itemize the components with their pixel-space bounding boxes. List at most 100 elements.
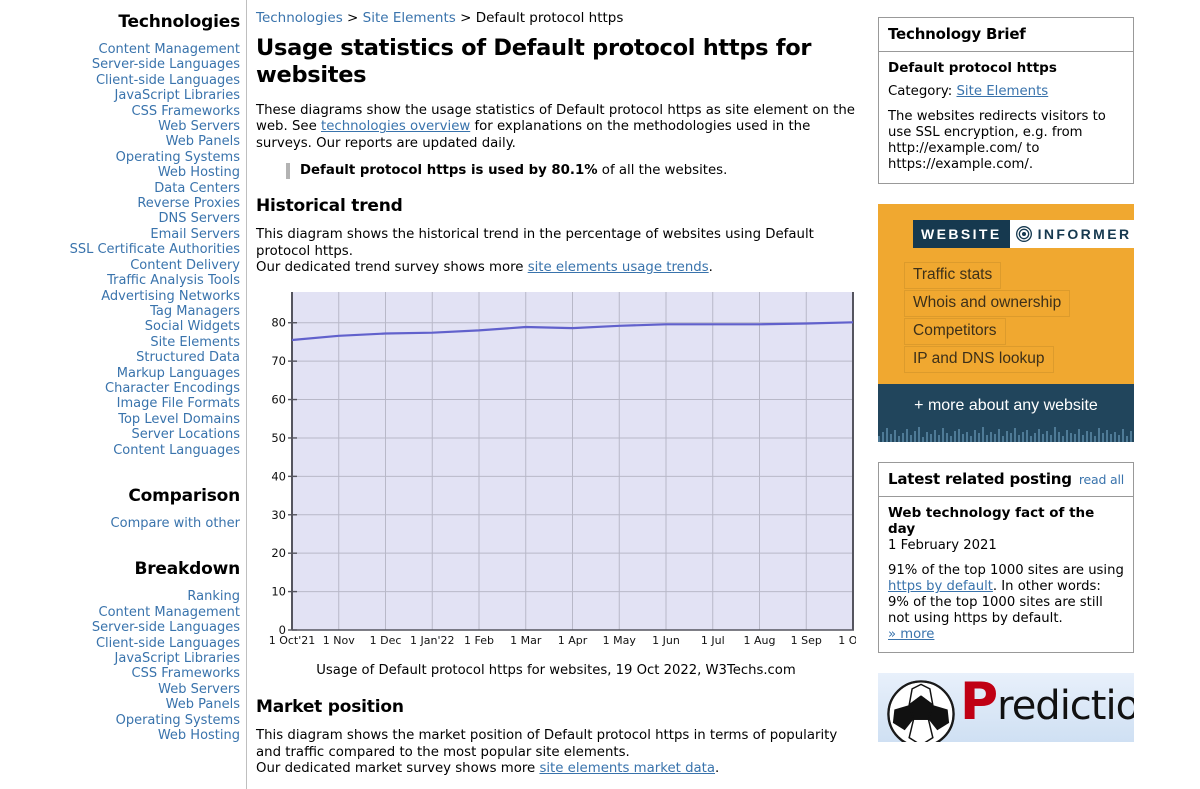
market-position-heading: Market position bbox=[256, 697, 404, 718]
sidebar-item-dns-servers[interactable]: DNS Servers bbox=[0, 211, 246, 226]
sidebar-item-data-centers[interactable]: Data Centers bbox=[0, 181, 246, 196]
sidebar-item-web-servers[interactable]: Web Servers bbox=[0, 119, 246, 134]
svg-text:50: 50 bbox=[271, 431, 286, 445]
sidebar-item-breakdown-server-side-languages[interactable]: Server-side Languages bbox=[0, 620, 246, 635]
main-content: Technologies > Site Elements > Default p… bbox=[248, 0, 873, 789]
sidebar-item-content-delivery[interactable]: Content Delivery bbox=[0, 258, 246, 273]
usage-highlight-bold: Default protocol https is used by 80.1% bbox=[300, 163, 598, 179]
svg-text:1 Jul: 1 Jul bbox=[701, 634, 725, 647]
website-informer-ad[interactable]: WEBSITE INFORMER Traffic stats Whois and… bbox=[878, 204, 1141, 442]
breadcrumb-separator-2: > bbox=[460, 10, 472, 26]
technology-brief-description: The websites redirects visitors to use S… bbox=[888, 109, 1106, 172]
sidebar-item-traffic-analysis-tools[interactable]: Traffic Analysis Tools bbox=[0, 273, 246, 288]
sidebar-item-javascript-libraries[interactable]: JavaScript Libraries bbox=[0, 88, 246, 103]
svg-text:40: 40 bbox=[271, 470, 286, 484]
website-informer-item-traffic-stats: Traffic stats bbox=[904, 262, 1002, 289]
sidebar-item-structured-data[interactable]: Structured Data bbox=[0, 350, 246, 365]
svg-text:70: 70 bbox=[271, 355, 286, 369]
website-informer-row-1: Whois and ownership bbox=[892, 290, 1120, 317]
svg-text:1 Dec: 1 Dec bbox=[370, 634, 402, 647]
sidebar-group-comparison: Compare with other bbox=[0, 516, 246, 531]
sidebar-group-breakdown: Ranking Content Management Server-side L… bbox=[0, 589, 246, 743]
website-informer-ad-top: WEBSITE INFORMER Traffic stats Whois and… bbox=[878, 204, 1141, 384]
sidebar-item-breakdown-css-frameworks[interactable]: CSS Frameworks bbox=[0, 666, 246, 681]
website-informer-item-competitors: Competitors bbox=[904, 318, 1006, 345]
sidebar-item-breakdown-content-management[interactable]: Content Management bbox=[0, 605, 246, 620]
sidebar-item-social-widgets[interactable]: Social Widgets bbox=[0, 319, 246, 334]
sidebar-item-breakdown-client-side-languages[interactable]: Client-side Languages bbox=[0, 636, 246, 651]
breadcrumb-technologies[interactable]: Technologies bbox=[256, 10, 343, 26]
page-root: Technologies Content Management Server-s… bbox=[0, 0, 1200, 789]
site-elements-market-data-link[interactable]: site elements market data bbox=[539, 761, 715, 776]
sidebar-item-breakdown-javascript-libraries[interactable]: JavaScript Libraries bbox=[0, 651, 246, 666]
sidebar-item-image-file-formats[interactable]: Image File Formats bbox=[0, 396, 246, 411]
technology-brief-panel: Technology Brief Default protocol https … bbox=[878, 17, 1134, 184]
breadcrumb-current: Default protocol https bbox=[475, 10, 624, 26]
sidebar-item-breakdown-web-servers[interactable]: Web Servers bbox=[0, 682, 246, 697]
posting-more-row: » more bbox=[888, 627, 1124, 642]
latest-posting-panel: Latest related posting read all Web tech… bbox=[878, 462, 1134, 653]
website-informer-logo-right-text: INFORMER bbox=[1037, 226, 1132, 242]
https-by-default-link[interactable]: https by default bbox=[888, 579, 993, 594]
chart-x-tick-labels: 1 Oct'21 1 Nov 1 Dec 1 Jan'22 1 Feb 1 Mar 1 Ap… bbox=[269, 634, 856, 647]
sidebar-item-email-servers[interactable]: Email Servers bbox=[0, 227, 246, 242]
sidebar-item-ssl-certificate-authorities[interactable]: SSL Certificate Authorities bbox=[0, 242, 246, 257]
svg-text:60: 60 bbox=[271, 393, 286, 407]
svg-text:1 Jan'22: 1 Jan'22 bbox=[410, 634, 454, 647]
breadcrumb-site-elements[interactable]: Site Elements bbox=[363, 10, 456, 26]
sidebar-item-content-management[interactable]: Content Management bbox=[0, 42, 246, 57]
sidebar-item-breakdown-web-hosting[interactable]: Web Hosting bbox=[0, 728, 246, 743]
sidebar-item-server-side-languages[interactable]: Server-side Languages bbox=[0, 57, 246, 72]
sidebar-item-css-frameworks[interactable]: CSS Frameworks bbox=[0, 104, 246, 119]
market-text-1: This diagram shows the market position o… bbox=[256, 728, 838, 760]
svg-text:1 Mar: 1 Mar bbox=[510, 634, 542, 647]
sidebar-group-technologies: Content Management Server-side Languages… bbox=[0, 42, 246, 458]
intro-paragraph: These diagrams show the usage statistics… bbox=[256, 103, 861, 152]
sidebar-item-operating-systems[interactable]: Operating Systems bbox=[0, 150, 246, 165]
prediction-ad-rest: rediction bbox=[997, 683, 1134, 729]
technology-brief-header: Technology Brief bbox=[879, 18, 1133, 52]
prediction-ad[interactable]: Prediction bbox=[878, 673, 1134, 742]
sidebar-item-site-elements[interactable]: Site Elements bbox=[0, 335, 246, 350]
posting-more-link[interactable]: » more bbox=[888, 627, 934, 642]
sidebar-heading-comparison: Comparison bbox=[128, 485, 240, 506]
sidebar-item-server-locations[interactable]: Server Locations bbox=[0, 427, 246, 442]
sidebar-item-character-encodings[interactable]: Character Encodings bbox=[0, 381, 246, 396]
site-elements-usage-trends-link[interactable]: site elements usage trends bbox=[528, 260, 709, 275]
sidebar-item-ranking[interactable]: Ranking bbox=[0, 589, 246, 604]
website-informer-item-whois: Whois and ownership bbox=[904, 290, 1071, 317]
website-informer-bars bbox=[878, 426, 1134, 442]
technologies-overview-link[interactable]: technologies overview bbox=[321, 119, 470, 134]
spiral-icon bbox=[1015, 226, 1032, 242]
svg-text:10: 10 bbox=[271, 585, 286, 599]
sidebar-item-client-side-languages[interactable]: Client-side Languages bbox=[0, 73, 246, 88]
sidebar-heading-technologies: Technologies bbox=[118, 12, 240, 32]
posting-date: 1 February 2021 bbox=[888, 538, 997, 553]
sidebar-item-reverse-proxies[interactable]: Reverse Proxies bbox=[0, 196, 246, 211]
chart-svg: 01020304050607080 1 Oct'21 1 Nov 1 Dec 1 Ja… bbox=[269, 292, 856, 647]
sidebar-item-web-panels[interactable]: Web Panels bbox=[0, 134, 246, 149]
sidebar-item-top-level-domains[interactable]: Top Level Domains bbox=[0, 412, 246, 427]
website-informer-footer: + more about any website bbox=[878, 384, 1134, 426]
chart-caption: Usage of Default protocol https for webs… bbox=[316, 663, 796, 679]
sidebar-item-web-hosting[interactable]: Web Hosting bbox=[0, 165, 246, 180]
website-informer-logo-left: WEBSITE bbox=[913, 220, 1010, 248]
technology-brief-name: Default protocol https bbox=[888, 60, 1057, 76]
technology-brief-category-link[interactable]: Site Elements bbox=[956, 84, 1048, 99]
breadcrumb: Technologies > Site Elements > Default p… bbox=[256, 9, 861, 27]
read-all-link[interactable]: read all bbox=[1079, 472, 1124, 487]
market-text-2a: Our dedicated market survey shows more bbox=[256, 761, 540, 777]
historical-text-2a: Our dedicated trend survey shows more bbox=[256, 260, 528, 276]
prediction-ad-initial: P bbox=[960, 673, 998, 732]
page-title: Usage statistics of Default protocol htt… bbox=[256, 35, 812, 88]
sidebar-item-tag-managers[interactable]: Tag Managers bbox=[0, 304, 246, 319]
sidebar-item-breakdown-operating-systems[interactable]: Operating Systems bbox=[0, 713, 246, 728]
sidebar-item-content-languages[interactable]: Content Languages bbox=[0, 443, 246, 458]
sidebar-item-markup-languages[interactable]: Markup Languages bbox=[0, 366, 246, 381]
svg-text:1 Oct: 1 Oct bbox=[838, 634, 856, 647]
technology-brief-category-label: Category: bbox=[888, 84, 957, 99]
sidebar-item-breakdown-web-panels[interactable]: Web Panels bbox=[0, 697, 246, 712]
sidebar-item-advertising-networks[interactable]: Advertising Networks bbox=[0, 289, 246, 304]
soccer-ball-icon bbox=[887, 680, 955, 742]
sidebar-item-compare-with-other[interactable]: Compare with other bbox=[0, 516, 246, 531]
